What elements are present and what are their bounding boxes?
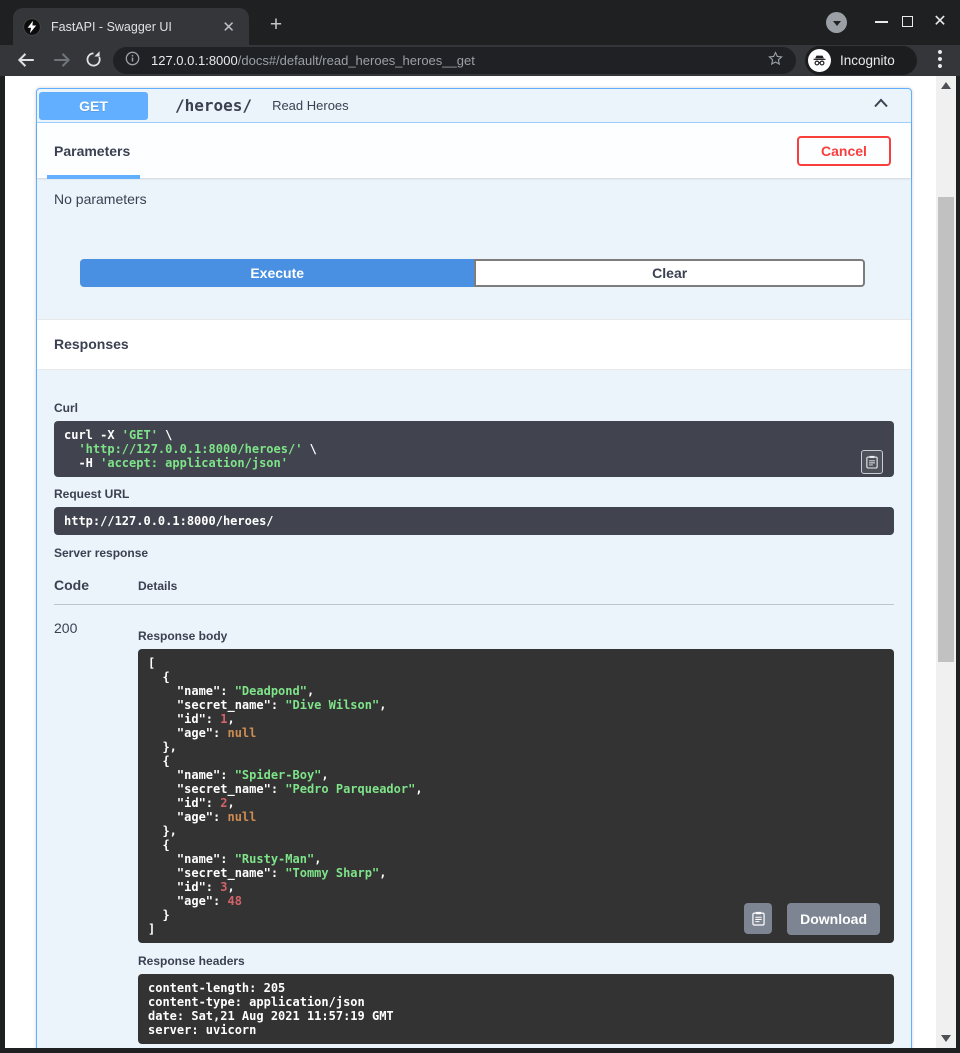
status-code: 200 (54, 620, 138, 1044)
url-text: 127.0.0.1:8000/docs#/default/read_heroes… (151, 53, 767, 68)
minimize-button[interactable] (875, 21, 888, 23)
response-body-label: Response body (138, 629, 894, 643)
scroll-up-button[interactable] (941, 82, 951, 89)
forward-button[interactable] (52, 50, 74, 72)
swagger-page: GET /heroes/ Read Heroes Parameters Canc… (5, 76, 936, 1048)
incognito-badge: Incognito (805, 46, 917, 75)
page-content: GET /heroes/ Read Heroes Parameters Canc… (0, 76, 960, 1053)
copy-response-button[interactable] (744, 903, 772, 934)
response-row-200: 200 Response body [ { "name": "Deadpond"… (54, 605, 894, 1044)
scroll-down-button[interactable] (941, 1035, 951, 1042)
endpoint-path: /heroes/ (175, 96, 252, 115)
scroll-thumb[interactable] (938, 197, 954, 662)
opblock-header[interactable]: GET /heroes/ Read Heroes (37, 89, 911, 122)
execute-button-group: Execute Clear (80, 259, 865, 287)
browser-tab[interactable]: FastAPI - Swagger UI ✕ (13, 8, 249, 45)
responses-title: Responses (37, 319, 911, 370)
tab-search-button[interactable] (826, 12, 847, 33)
download-button[interactable]: Download (787, 903, 880, 935)
chevron-down-icon (833, 21, 841, 26)
opblock-get-heroes: GET /heroes/ Read Heroes Parameters Canc… (36, 88, 912, 1048)
tab-parameters[interactable]: Parameters (47, 123, 140, 179)
back-button[interactable] (16, 50, 38, 72)
server-response-table: Code Details 200 Response body [ { "name… (54, 577, 894, 1044)
endpoint-summary: Read Heroes (272, 98, 871, 113)
curl-copy-button[interactable] (861, 450, 883, 474)
clipboard-icon (866, 455, 878, 469)
url-bar[interactable]: 127.0.0.1:8000/docs#/default/read_heroes… (113, 47, 796, 74)
browser-menu-button[interactable]: ••• (933, 49, 947, 70)
collapse-chevron-icon[interactable] (871, 93, 891, 118)
incognito-icon (808, 49, 831, 72)
new-tab-button[interactable]: + (262, 12, 290, 40)
request-url-value: http://127.0.0.1:8000/heroes/ (64, 514, 274, 528)
fastapi-favicon-icon (23, 18, 41, 36)
responses-body: Curl curl -X 'GET' \ 'http://127.0.0.1:8… (37, 370, 911, 1048)
request-url-block: http://127.0.0.1:8000/heroes/ (54, 507, 894, 535)
response-headers-block: content-length: 205 content-type: applic… (138, 974, 894, 1044)
curl-block: curl -X 'GET' \ 'http://127.0.0.1:8000/h… (54, 421, 894, 477)
code-header: Code (54, 577, 138, 593)
maximize-button[interactable] (902, 16, 913, 27)
method-badge: GET (39, 92, 148, 120)
browser-toolbar: 127.0.0.1:8000/docs#/default/read_heroes… (0, 45, 960, 76)
curl-label: Curl (54, 401, 894, 415)
tab-title: FastAPI - Swagger UI (51, 20, 218, 34)
details-header: Details (138, 579, 177, 593)
reload-button[interactable] (84, 50, 106, 72)
request-url-label: Request URL (54, 487, 894, 501)
scrollbar[interactable] (936, 76, 956, 1048)
clear-button[interactable]: Clear (474, 259, 865, 287)
clipboard-icon (752, 911, 765, 926)
titlebar: FastAPI - Swagger UI ✕ + ✕ (0, 0, 960, 45)
no-parameters-text: No parameters (54, 191, 147, 207)
server-response-label: Server response (54, 546, 894, 560)
execute-button[interactable]: Execute (80, 259, 474, 287)
response-body-block: [ { "name": "Deadpond", "secret_name": "… (138, 649, 894, 943)
cancel-button[interactable]: Cancel (797, 136, 891, 166)
site-info-icon[interactable] (125, 51, 140, 71)
parameters-header: Parameters Cancel (37, 122, 911, 178)
close-button[interactable]: ✕ (932, 14, 948, 30)
browser-window: FastAPI - Swagger UI ✕ + ✕ 127.0.0.1:800… (0, 0, 960, 1053)
incognito-label: Incognito (840, 53, 895, 68)
parameters-tab-label: Parameters (54, 143, 130, 159)
tab-close-icon[interactable]: ✕ (218, 18, 239, 36)
response-headers-label: Response headers (138, 954, 894, 968)
bookmark-star-icon[interactable] (767, 50, 784, 72)
